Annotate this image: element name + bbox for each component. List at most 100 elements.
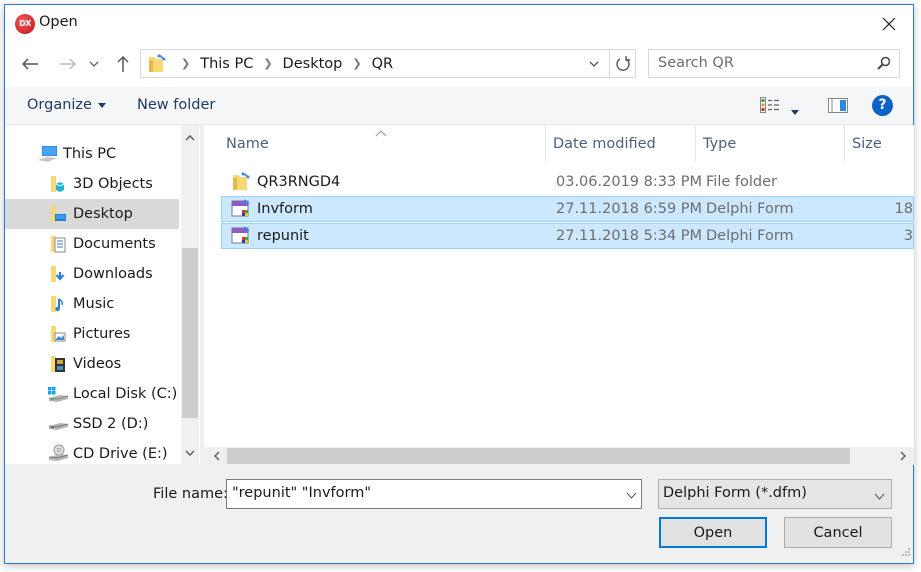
breadcrumb-item[interactable]: This PC	[200, 56, 253, 72]
breadcrumb-item[interactable]: QR	[372, 56, 394, 72]
chevron-right-icon	[900, 451, 906, 461]
file-name-dropdown-button[interactable]	[626, 487, 637, 503]
folder-icon	[147, 54, 167, 78]
sidebar-item-label: Downloads	[73, 266, 153, 282]
sidebar-item-label: Documents	[73, 236, 156, 252]
windows-drive-icon	[47, 383, 69, 405]
address-history-button[interactable]	[583, 50, 605, 77]
file-name: repunit	[257, 228, 309, 244]
sidebar-item-label: Local Disk (C:)	[73, 386, 178, 402]
chevron-right-icon[interactable]: ❯	[352, 57, 361, 70]
help-button[interactable]: ?	[872, 95, 893, 116]
sidebar-item-label: Desktop	[73, 206, 133, 222]
sidebar-item-local-disk-c[interactable]: Local Disk (C:)	[5, 379, 179, 409]
sidebar-item-pictures[interactable]: Pictures	[5, 319, 179, 349]
chevron-down-icon	[589, 61, 599, 67]
file-row[interactable]: Invform 27.11.2018 6:59 PM Delphi Form 1…	[221, 196, 914, 222]
new-folder-button[interactable]: New folder	[137, 97, 215, 113]
sidebar-item-music[interactable]: Music	[5, 289, 179, 319]
chevron-up-icon	[185, 135, 195, 141]
file-row[interactable]: QR3RNGD4 03.06.2019 8:33 PM File folder	[222, 170, 914, 196]
preview-pane-button[interactable]	[828, 98, 848, 117]
file-type-select[interactable]: Delphi Form (*.dfm)	[658, 479, 892, 509]
sidebar-item-3d-objects[interactable]: 3D Objects	[5, 169, 179, 199]
file-date: 27.11.2018 5:34 PM	[556, 228, 703, 244]
refresh-icon	[615, 55, 630, 71]
scrollbar-thumb[interactable]	[182, 248, 198, 418]
view-options-button[interactable]	[791, 103, 799, 119]
file-type: File folder	[706, 174, 777, 190]
delphi-form-icon	[231, 224, 251, 248]
search-input[interactable]: Search QR	[648, 49, 900, 78]
refresh-button[interactable]	[609, 50, 635, 77]
scroll-up-button[interactable]	[181, 129, 199, 147]
desktop-folder-icon	[47, 203, 69, 225]
file-date: 03.06.2019 8:33 PM	[556, 174, 703, 190]
scroll-down-button[interactable]	[181, 444, 199, 462]
scroll-left-button[interactable]	[208, 447, 226, 465]
file-name-input[interactable]: "repunit" "Invform"	[226, 479, 642, 509]
file-row[interactable]: repunit 27.11.2018 5:34 PM Delphi Form 3	[221, 223, 914, 249]
sidebar-item-label: SSD 2 (D:)	[73, 416, 149, 432]
breadcrumb: ❯ This PC ❯ Desktop ❯ QR	[171, 50, 393, 77]
sidebar-item-this-pc[interactable]: This PC	[5, 139, 179, 169]
sidebar-item-downloads[interactable]: Downloads	[5, 259, 179, 289]
sidebar-item-videos[interactable]: Videos	[5, 349, 179, 379]
cancel-button[interactable]: Cancel	[784, 517, 892, 548]
file-size: 18	[894, 201, 913, 217]
resize-grip[interactable]	[901, 545, 911, 561]
close-icon	[882, 17, 896, 31]
file-type: Delphi Form	[706, 201, 794, 217]
column-header-date-modified[interactable]: Date modified	[545, 125, 695, 163]
chevron-down-icon	[874, 488, 885, 504]
organize-button[interactable]: Organize	[27, 97, 106, 113]
sidebar-item-label: This PC	[63, 146, 117, 162]
videos-folder-icon	[47, 353, 69, 375]
music-folder-icon	[47, 293, 69, 315]
breadcrumb-item[interactable]: Desktop	[283, 56, 343, 72]
navigation-pane-scrollbar[interactable]	[181, 125, 199, 464]
details-view-icon	[760, 97, 779, 113]
caret-down-icon	[97, 102, 106, 108]
pictures-folder-icon	[47, 323, 69, 345]
close-button[interactable]	[875, 11, 903, 37]
column-header-type[interactable]: Type	[695, 125, 843, 163]
column-header-size[interactable]: Size	[844, 125, 914, 163]
file-type: Delphi Form	[706, 228, 794, 244]
arrow-left-icon	[21, 58, 38, 70]
scroll-right-button[interactable]	[894, 447, 912, 465]
back-button[interactable]	[19, 53, 41, 75]
navigation-bar: ❯ This PC ❯ Desktop ❯ QR Search QR	[5, 43, 913, 87]
address-bar[interactable]: ❯ This PC ❯ Desktop ❯ QR	[140, 49, 636, 78]
sidebar-item-ssd-2-d[interactable]: SSD 2 (D:)	[5, 409, 179, 439]
scrollbar-thumb[interactable]	[227, 448, 850, 464]
3d-objects-folder-icon	[47, 173, 69, 195]
app-icon: DX	[15, 14, 35, 34]
arrow-right-icon	[60, 58, 77, 70]
navigation-pane: This PC 3D Objects Desktop Documents Dow…	[5, 125, 200, 464]
recent-locations-button[interactable]	[87, 53, 101, 75]
chevron-down-icon	[626, 492, 637, 499]
search-icon[interactable]	[877, 56, 891, 74]
sidebar-item-label: Pictures	[73, 326, 131, 342]
sidebar-item-desktop[interactable]: Desktop	[5, 199, 179, 229]
window-title: Open	[39, 14, 78, 30]
column-header-name[interactable]: Name	[218, 125, 544, 163]
sidebar-item-documents[interactable]: Documents	[5, 229, 179, 259]
chevron-left-icon	[214, 451, 220, 461]
chevron-right-icon: ❯	[181, 57, 191, 70]
delphi-form-icon	[231, 197, 251, 221]
resize-grip-icon	[902, 548, 910, 556]
sidebar-item-cd-drive-e[interactable]: CD Drive (E:)	[5, 439, 179, 469]
preview-pane-icon	[828, 98, 848, 113]
chevron-right-icon[interactable]: ❯	[263, 57, 272, 70]
open-button[interactable]: Open	[659, 517, 767, 548]
pc-icon	[37, 143, 59, 165]
change-view-button[interactable]	[760, 97, 780, 117]
forward-button[interactable]	[57, 53, 79, 75]
up-button[interactable]	[112, 53, 134, 75]
downloads-folder-icon	[47, 263, 69, 285]
file-list-horizontal-scrollbar[interactable]	[204, 447, 914, 465]
command-bar: Organize New folder ?	[5, 87, 913, 125]
arrow-up-icon	[117, 55, 129, 72]
